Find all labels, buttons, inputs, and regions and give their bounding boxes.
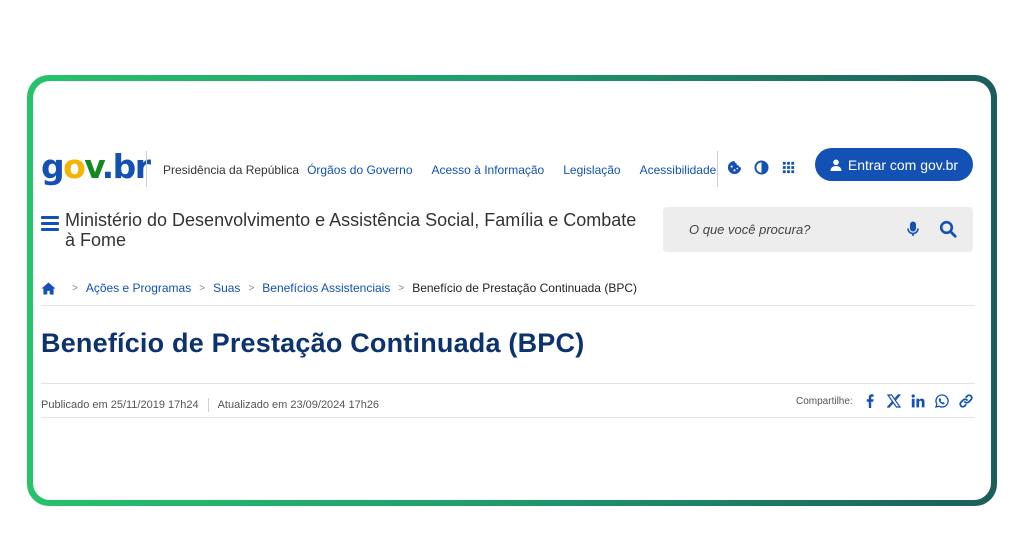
menu-icon[interactable] [41,216,59,231]
page-container: gov.br Presidência da República Órgãos d… [33,81,991,500]
nav-link-acesso[interactable]: Acesso à Informação [432,163,545,177]
page-title: Benefício de Prestação Continuada (BPC) [41,328,585,358]
breadcrumb-separator: > [199,282,206,294]
publication-meta: Publicado em 25/11/2019 17h24 Atualizado… [41,398,379,412]
breadcrumb-separator: > [72,282,78,294]
breadcrumb-separator: > [248,282,255,294]
meta-divider [207,398,209,412]
top-navigation: Presidência da República Órgãos do Gover… [163,163,716,177]
breadcrumb: > Ações e Programas > Suas > Benefícios … [41,281,637,295]
nav-link-legislacao[interactable]: Legislação [563,163,620,177]
outer-frame: gov.br Presidência da República Órgãos d… [27,75,997,506]
tool-icons [727,160,796,175]
facebook-icon[interactable] [863,394,877,408]
breadcrumb-item[interactable]: Ações e Programas [86,281,191,295]
nav-link-orgaos[interactable]: Órgãos do Governo [307,163,412,177]
apps-grid-icon[interactable] [781,160,796,175]
govbr-logo[interactable]: gov.br [41,150,151,183]
login-label: Entrar com gov.br [847,156,959,173]
search-input[interactable]: O que você procura? [689,222,810,237]
nav-link-acessibilidade[interactable]: Acessibilidade [640,163,717,177]
link-icon[interactable] [959,394,973,408]
linkedin-icon[interactable] [911,394,925,408]
whatsapp-icon[interactable] [934,394,949,408]
presidencia-link[interactable]: Presidência da República [163,163,299,177]
nav-divider [717,151,718,187]
divider [41,417,975,418]
published-date: Publicado em 25/11/2019 17h24 [41,399,199,411]
search-icon[interactable] [939,220,957,238]
home-icon[interactable] [41,281,56,295]
contrast-icon[interactable] [754,160,769,175]
ministry-name[interactable]: Ministério do Desenvolvimento e Assistên… [65,210,645,250]
breadcrumb-item[interactable]: Benefícios Assistenciais [262,281,390,295]
cookie-icon[interactable] [727,160,742,175]
divider [41,383,975,384]
logo-divider [146,151,147,187]
updated-date: Atualizado em 23/09/2024 17h26 [217,399,380,411]
user-icon [830,159,842,171]
divider [41,305,975,306]
login-button[interactable]: Entrar com gov.br [815,148,973,181]
share-bar: Compartilhe: [796,394,973,408]
breadcrumb-item[interactable]: Suas [213,281,240,295]
search-box[interactable]: O que você procura? [663,207,973,252]
header: gov.br Presidência da República Órgãos d… [33,81,991,281]
breadcrumb-separator: > [398,282,405,294]
breadcrumb-current: Benefício de Prestação Continuada (BPC) [412,281,637,295]
share-label: Compartilhe: [796,395,853,407]
microphone-icon[interactable] [906,221,920,237]
x-icon[interactable] [886,394,901,408]
